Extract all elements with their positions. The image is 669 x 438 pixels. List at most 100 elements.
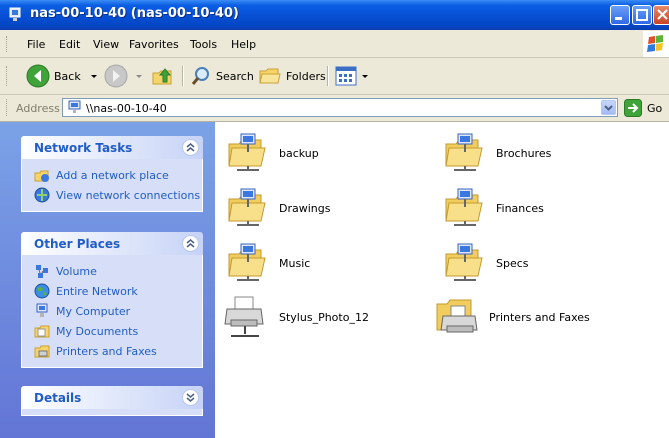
address-grip	[6, 99, 10, 116]
add-network-place-link[interactable]: Add a network place	[22, 165, 202, 185]
explorer-window: nas-00-10-40 (nas-00-10-40) File Edit Vi…	[0, 0, 669, 438]
collapse-button[interactable]	[182, 139, 199, 156]
task-label: View network connections	[56, 188, 201, 202]
forward-arrow-icon	[104, 64, 128, 88]
toolbar-grip	[6, 66, 10, 86]
add-network-place-icon	[34, 170, 49, 182]
network-tasks-panel: Network Tasks Add a network place View n…	[21, 136, 203, 212]
file-item[interactable]: Finances	[440, 183, 544, 233]
file-item-label: Drawings	[279, 201, 331, 215]
task-pane: Network Tasks Add a network place View n…	[0, 122, 215, 438]
go-button[interactable]: Go	[624, 99, 662, 117]
forward-button[interactable]	[104, 64, 144, 88]
menu-edit[interactable]: Edit	[59, 38, 80, 51]
collapse-button[interactable]	[182, 235, 199, 252]
menu-view[interactable]: View	[93, 38, 119, 51]
task-label: Add a network place	[56, 168, 169, 182]
shared-folder-icon	[228, 243, 266, 281]
menu-favorites[interactable]: Favorites	[129, 38, 179, 51]
file-item[interactable]: Music	[223, 238, 310, 288]
other-places-title: Other Places	[34, 237, 121, 251]
printers-and-faxes-link[interactable]: Printers and Faxes	[22, 341, 202, 361]
file-item[interactable]: Printers and Faxes	[433, 292, 590, 342]
volume-link[interactable]: Volume	[22, 261, 202, 281]
chevron-up-icon	[186, 143, 195, 152]
file-item[interactable]: backup	[223, 128, 319, 178]
globe-icon	[34, 283, 50, 299]
up-folder-button[interactable]	[150, 64, 174, 88]
title-bar[interactable]: nas-00-10-40 (nas-00-10-40)	[0, 0, 669, 30]
details-title: Details	[34, 391, 82, 405]
my-computer-link[interactable]: My Computer	[22, 301, 202, 321]
file-item[interactable]: Brochures	[440, 128, 551, 178]
menu-help[interactable]: Help	[231, 38, 256, 51]
file-item[interactable]: Stylus_Photo_12	[223, 292, 369, 342]
place-label: Entire Network	[56, 284, 138, 298]
shared-folder-icon	[228, 133, 266, 171]
menu-grip	[6, 36, 10, 52]
file-item-label: Music	[279, 256, 311, 270]
folders-icon	[259, 68, 281, 84]
file-item-label: Stylus_Photo_12	[279, 310, 369, 324]
folders-button[interactable]: Folders	[258, 64, 326, 88]
menu-file[interactable]: File	[27, 38, 45, 51]
network-folder-icon	[9, 7, 21, 21]
search-label: Search	[216, 69, 254, 83]
file-view: backup Brochures Drawings Finances Music	[215, 122, 669, 438]
window-title: nas-00-10-40 (nas-00-10-40)	[30, 6, 239, 21]
my-documents-icon	[34, 325, 50, 338]
view-network-connections-link[interactable]: View network connections	[22, 185, 202, 205]
close-icon	[657, 9, 668, 20]
address-input[interactable]: \\nas-00-10-40	[62, 98, 618, 117]
file-item[interactable]: Drawings	[223, 183, 330, 233]
place-label: Volume	[56, 264, 97, 278]
shared-folder-icon	[445, 188, 483, 226]
address-dropdown-button[interactable]	[601, 100, 616, 115]
forward-dropdown-icon[interactable]	[134, 71, 144, 81]
back-dropdown-icon[interactable]	[89, 71, 99, 81]
views-button[interactable]	[335, 64, 369, 88]
network-computer-icon	[68, 100, 81, 113]
other-places-panel: Other Places Volume Entire Network My Co…	[21, 232, 203, 368]
expand-button[interactable]	[182, 389, 199, 406]
close-button[interactable]	[653, 5, 669, 25]
file-item-label: backup	[279, 146, 319, 160]
file-item[interactable]: Specs	[440, 238, 529, 288]
details-body	[21, 409, 203, 416]
go-label: Go	[647, 101, 663, 115]
entire-network-link[interactable]: Entire Network	[22, 281, 202, 301]
search-button[interactable]: Search	[190, 64, 254, 88]
address-bar: Address \\nas-00-10-40 Go	[0, 95, 669, 122]
network-tasks-title: Network Tasks	[34, 141, 133, 155]
chevron-down-icon	[186, 393, 195, 402]
windows-logo	[643, 31, 669, 57]
address-value: \\nas-00-10-40	[86, 102, 167, 115]
minimize-icon	[615, 17, 622, 20]
maximize-button[interactable]	[632, 5, 652, 25]
chevron-up-icon	[186, 239, 195, 248]
back-button[interactable]: Back	[26, 64, 99, 88]
menu-bar: File Edit View Favorites Tools Help	[0, 30, 669, 58]
search-icon	[191, 67, 209, 85]
shared-folder-icon	[228, 188, 266, 226]
windows-flag-icon	[647, 35, 663, 52]
network-printer-icon	[224, 296, 264, 337]
views-icon	[335, 66, 357, 86]
back-arrow-icon	[26, 64, 50, 88]
up-folder-icon	[152, 68, 172, 85]
other-places-header[interactable]: Other Places	[21, 232, 203, 255]
folders-label: Folders	[286, 69, 326, 83]
shared-folder-icon	[445, 243, 483, 281]
printers-folder-icon	[436, 299, 478, 333]
details-header[interactable]: Details	[21, 386, 203, 409]
other-places-body: Volume Entire Network My Computer My Doc…	[21, 255, 203, 368]
file-item-label: Brochures	[496, 146, 552, 160]
my-documents-link[interactable]: My Documents	[22, 321, 202, 341]
minimize-button[interactable]	[610, 5, 630, 25]
network-tasks-header[interactable]: Network Tasks	[21, 136, 203, 159]
menu-tools[interactable]: Tools	[190, 38, 217, 51]
views-dropdown-icon	[362, 75, 368, 78]
place-label: Printers and Faxes	[56, 344, 157, 358]
file-item-label: Printers and Faxes	[489, 310, 590, 324]
toolbar-separator	[182, 66, 184, 86]
